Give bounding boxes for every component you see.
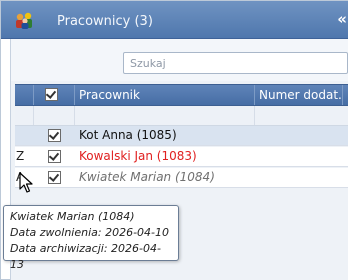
search-bar	[11, 39, 348, 81]
panel-title: Pracownicy (3)	[57, 14, 153, 29]
grid-header: Pracownik Numer dodat...	[15, 84, 348, 106]
row-status-indicator: Z	[16, 149, 25, 163]
filter-cell	[34, 106, 75, 125]
header-indicator-cell	[15, 85, 34, 105]
employees-panel: Pracownicy (3) « Pracownik Numer dodat..…	[0, 0, 348, 280]
tooltip-dismissal-date: Data zwolnienia: 2026-04-10	[10, 226, 170, 239]
tooltip-name: Kwiatek Marian (1084)	[10, 210, 135, 223]
row-select-cell[interactable]	[34, 147, 74, 166]
table-row[interactable]: Z Kowalski Jan (1083)	[15, 147, 348, 167]
row-status-indicator	[15, 126, 33, 145]
row-select-cell[interactable]	[34, 168, 74, 187]
panel-titlebar: Pracownicy (3) «	[1, 1, 348, 39]
filter-row[interactable]	[15, 106, 348, 126]
header-select-all-cell[interactable]	[34, 85, 75, 105]
table-row[interactable]: AKwiatek Marian (1084)	[15, 168, 348, 188]
row-checkbox[interactable]	[48, 171, 61, 184]
filter-cell	[15, 106, 34, 125]
tooltip-archive-date: Data archiwizacji: 2026-04-13	[10, 242, 161, 271]
collapse-panel-button[interactable]: «	[337, 10, 347, 28]
table-row[interactable]: Kot Anna (1085)	[15, 126, 348, 146]
filter-cell-employee[interactable]	[75, 106, 255, 125]
row-checkbox[interactable]	[48, 129, 61, 142]
filter-cell-number[interactable]	[255, 106, 348, 125]
employee-name-cell[interactable]: Kwiatek Marian (1084)	[75, 168, 255, 187]
mouse-pointer-icon	[19, 172, 33, 194]
employee-name-cell[interactable]: Kowalski Jan (1083)	[75, 147, 255, 166]
column-header-additional-number[interactable]: Numer dodat...	[255, 85, 343, 105]
row-select-cell[interactable]	[34, 126, 74, 145]
employee-tooltip: Kwiatek Marian (1084) Data zwolnienia: 2…	[3, 205, 179, 271]
people-group-icon	[14, 12, 36, 30]
column-header-employee[interactable]: Pracownik	[75, 85, 255, 105]
select-all-checkbox[interactable]	[45, 88, 58, 101]
search-input[interactable]	[123, 52, 348, 74]
header-scroll-cell	[343, 85, 348, 105]
row-checkbox[interactable]	[48, 150, 61, 163]
employee-name-cell[interactable]: Kot Anna (1085)	[75, 126, 255, 145]
